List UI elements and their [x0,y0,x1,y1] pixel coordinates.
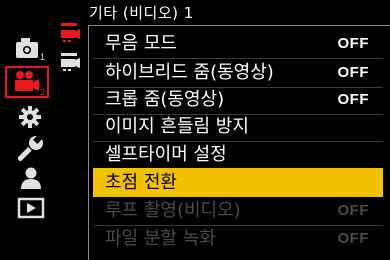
svg-text:2: 2 [40,87,45,96]
menu-item-hybrid-zoom[interactable]: 하이브리드 줌(동영상) OFF [93,59,383,87]
menu-item-crop-zoom[interactable]: 크롭 줌(동영상) OFF [93,86,383,114]
svg-text:1: 1 [40,52,45,62]
menu-title: 기타 (비디오) 1 [89,4,194,22]
menu-item-image-stabilizer[interactable]: 이미지 흔들림 방지 [93,113,383,141]
menu-item-value: OFF [337,202,369,219]
menu-item-label: 이미지 흔들림 방지 [105,116,249,137]
video-camera-icon[interactable]: 2 [12,70,46,96]
menu-item-segmented-recording[interactable]: 파일 분할 녹화 OFF [93,225,383,253]
menu-item-loop-recording[interactable]: 루프 촬영(비디오) OFF [93,197,383,225]
photo-camera-icon[interactable]: 1 [14,36,46,62]
menu-item-value: OFF [337,64,369,81]
menu-item-label: 루프 촬영(비디오) [105,200,241,221]
menu-item-value: OFF [337,230,369,247]
menu-item-label: 초점 전환 [105,172,177,193]
page-1-selected-icon[interactable] [58,22,82,44]
menu-item-self-timer[interactable]: 셀프타이머 설정 [93,141,383,169]
gear-icon[interactable] [17,105,43,129]
menu-item-silent-mode[interactable]: 무음 모드 OFF [93,30,383,58]
menu-item-label: 셀프타이머 설정 [105,144,227,165]
playback-icon[interactable] [17,197,45,219]
menu-item-value: OFF [337,91,369,108]
wrench-icon[interactable] [18,135,44,161]
person-icon[interactable] [18,166,44,190]
menu-item-label: 크롭 줌(동영상) [105,89,225,110]
menu-item-label: 파일 분할 녹화 [105,228,216,249]
menu-item-label: 무음 모드 [105,33,177,54]
page-2-icon[interactable] [58,52,82,74]
menu-item-focus-transition[interactable]: 초점 전환 [93,168,383,197]
menu-item-value: OFF [337,35,369,52]
menu-item-label: 하이브리드 줌(동영상) [105,62,274,83]
